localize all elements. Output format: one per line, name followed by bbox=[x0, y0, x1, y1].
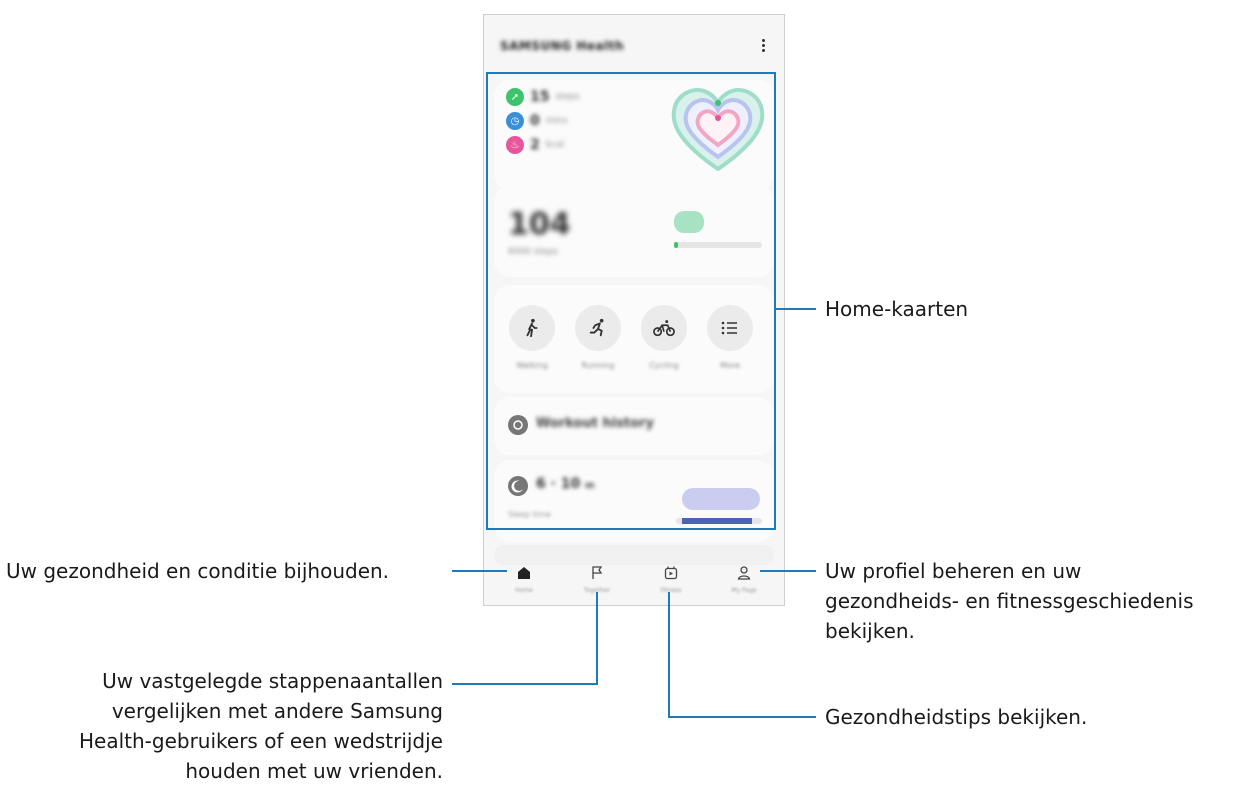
home-cards-highlight bbox=[486, 72, 776, 530]
together-leader-horizontal bbox=[452, 683, 598, 685]
together-callout-line: houden met uw vrienden. bbox=[185, 759, 443, 783]
together-leader-vertical bbox=[596, 592, 598, 684]
home-cards-callout: Home-kaarten bbox=[825, 297, 969, 321]
my-page-callout-line: bekijken. bbox=[825, 619, 915, 643]
fitness-icon[interactable] bbox=[663, 565, 679, 581]
app-title: SAMSUNG Health bbox=[500, 39, 624, 53]
my-page-callout: Uw profiel beheren en uw gezondheids- en… bbox=[825, 556, 1194, 646]
together-callout-line: vergelijken met andere Samsung bbox=[111, 699, 443, 723]
my-page-leader bbox=[760, 570, 816, 572]
home-cards-leader bbox=[776, 308, 816, 310]
more-options-icon[interactable] bbox=[760, 37, 766, 55]
home-tab-callout: Uw gezondheid en conditie bijhouden. bbox=[6, 559, 390, 583]
my-page-callout-line: gezondheids- en fitnessgeschiedenis bbox=[825, 589, 1194, 613]
tab-fitness-label: Fitness bbox=[660, 587, 682, 594]
together-callout: Uw vastgelegde stappenaantallen vergelij… bbox=[79, 666, 443, 786]
tab-my-page-label: My Page bbox=[731, 587, 757, 594]
person-icon[interactable] bbox=[736, 565, 752, 581]
fitness-callout: Gezondheidstips bekijken. bbox=[825, 705, 1088, 729]
tab-together[interactable]: Together bbox=[572, 565, 622, 594]
next-card-peek bbox=[494, 545, 774, 565]
home-tab-leader bbox=[452, 570, 507, 572]
bottom-tab-bar: Home Together Fitness My Page bbox=[484, 565, 784, 605]
home-icon[interactable] bbox=[516, 565, 532, 581]
my-page-callout-line: Uw profiel beheren en uw bbox=[825, 559, 1082, 583]
tab-home-label: Home bbox=[515, 587, 533, 594]
fitness-leader-vertical bbox=[668, 592, 670, 718]
together-callout-line: Uw vastgelegde stappenaantallen bbox=[102, 669, 443, 693]
fitness-leader-horizontal bbox=[668, 716, 816, 718]
flag-icon[interactable] bbox=[589, 565, 605, 581]
tab-fitness[interactable]: Fitness bbox=[646, 565, 696, 594]
together-callout-line: Health-gebruikers of een wedstrijdje bbox=[78, 729, 443, 753]
